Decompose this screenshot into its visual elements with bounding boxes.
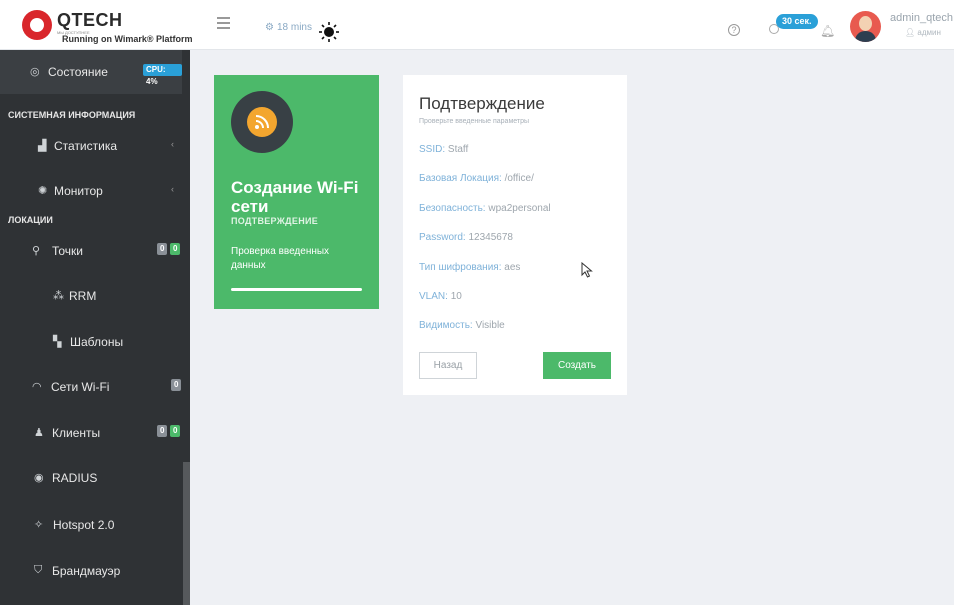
sidebar-item-rrm[interactable]: ⁂ RRM [0,274,182,318]
user-role-icon: 👤︎ [905,28,918,37]
chevron-left-icon: ‹ [171,184,174,194]
user-icon: ♟ [34,427,44,439]
user-name[interactable]: admin_qtech [890,12,953,24]
qtech-logo[interactable]: QTECH МЫ ДОСТУПНЕЕ Running on Wimark® Pl… [22,8,193,44]
wizard-progress-bar [231,288,362,291]
sidebar-item-label: Состояние [48,65,108,79]
radius-icon: ◉ [34,472,44,484]
sidebar-item-label: RADIUS [52,471,98,485]
sidebar-item-points[interactable]: ⚲ Точки 0 0 [0,229,182,273]
password-value: 12345678 [468,232,513,243]
section-system-info: СИСТЕМНАЯ ИНФОРМАЦИЯ [8,110,136,120]
section-locations: ЛОКАЦИИ [8,215,53,225]
logo-icon [22,10,52,40]
logo-text: QTECH [57,10,123,30]
back-button[interactable]: Назад [419,352,477,379]
ssid-label: SSID: [419,144,446,155]
shield-icon: ⛉ [34,564,43,576]
confirmation-card: Подтверждение Проверьте введенные параме… [403,75,627,395]
clients-online-badge: 0 [170,425,181,437]
sidebar-item-hotspot[interactable]: ✧ Hotspot 2.0 [0,503,182,547]
security-label: Безопасность: [419,203,486,214]
help-icon[interactable]: ? [728,24,740,36]
bell-icon[interactable]: 🔔︎ [820,24,835,38]
sidebar-item-label: Статистика [54,139,118,153]
ssid-value: Staff [447,144,469,155]
visibility-value: Visible [475,320,505,331]
wifi-step-icon [231,91,293,153]
monitor-icon: ✺ [38,185,48,197]
sidebar-item-label: Точки [52,244,84,258]
visibility-label: Видимость: [419,320,473,331]
ssid-row: SSID: Staff [419,144,468,155]
rss-wifi-icon [255,115,269,129]
wifi-count-badge: 0 [171,379,182,391]
points-online-badge: 0 [170,243,181,255]
sidebar-item-label: Клиенты [52,426,101,440]
sidebar-item-firewall[interactable]: ⛉ Брандмауэр [0,549,182,593]
clients-offline-badge: 0 [157,425,168,437]
refresh-interval-badge[interactable]: 30 сек. [776,14,818,29]
avatar[interactable] [850,11,881,42]
sidebar-scrollbar-thumb[interactable] [183,462,190,605]
uptime-indicator: ⚙ 18 mins [265,22,312,33]
visibility-row: Видимость: Visible [419,320,505,331]
wizard-step-card: Создание Wi-Fi сети ПОДТВЕРЖДЕНИЕ Провер… [214,75,379,309]
points-offline-badge: 0 [157,243,168,255]
rrm-icon: ⁂ [53,290,64,302]
sidebar-item-statistics[interactable]: ▟ Статистика ‹ [0,124,182,168]
mouse-cursor-icon [581,262,593,278]
gear-icon: ⚙ [265,22,274,33]
security-value: wpa2personal [488,203,551,214]
vlan-row: VLAN: 10 [419,291,462,302]
top-header: QTECH МЫ ДОСТУПНЕЕ Running on Wimark® Pl… [0,0,954,50]
wifi-icon: ◠ [32,381,42,393]
access-point-icon: ⚲ [32,245,41,257]
sidebar-item-templates[interactable]: ▚ Шаблоны [0,320,182,364]
sidebar-item-wifi[interactable]: ◠ Сети Wi-Fi 0 [0,365,182,409]
page-title: Подтверждение [419,94,545,113]
location-value: /office/ [504,173,534,184]
sidebar-item-label: Сети Wi-Fi [51,380,110,394]
sidebar-item-clients[interactable]: ♟ Клиенты 0 0 [0,411,182,455]
location-row: Базовая Локация: /office/ [419,173,534,184]
cipher-value: aes [504,262,521,273]
uptime-text: 18 mins [276,22,312,33]
sidebar-item-radius[interactable]: ◉ RADIUS [0,456,182,500]
theme-toggle-icon[interactable] [319,22,339,42]
bar-chart-icon: ▟ [38,140,47,152]
user-role-label: админ [917,28,941,37]
sidebar-item-label: RRM [69,289,97,303]
location-label: Базовая Локация: [419,173,502,184]
dashboard-icon: ◎ [30,66,40,78]
menu-toggle-icon[interactable] [217,17,230,29]
page-subtitle: Проверьте введенные параметры [419,118,530,125]
cipher-label: Тип шифрования: [419,262,502,273]
logo-tagline: Running on Wimark® Platform [62,34,193,44]
wifi-icon-badge [247,107,277,137]
sidebar-item-label: Монитор [54,184,103,198]
user-role: 👤︎ админ [905,28,941,37]
cipher-row: Тип шифрования: aes [419,262,520,273]
sidebar-item-status[interactable]: ◎ Состояние CPU: 4% [0,50,182,94]
sidebar-item-label: Шаблоны [70,335,124,349]
vlan-value: 10 [450,291,462,302]
password-label: Password: [419,232,466,243]
security-row: Безопасность: wpa2personal [419,203,551,214]
password-row: Password: 12345678 [419,232,513,243]
wizard-title: Создание Wi-Fi сети [231,178,359,216]
vlan-label: VLAN: [419,291,448,302]
wizard-step-description: Проверка введенных данных [231,246,330,271]
wizard-step-name: ПОДТВЕРЖДЕНИЕ [231,216,319,226]
create-button[interactable]: Создать [543,352,611,379]
sidebar-item-monitor[interactable]: ✺ Монитор ‹ [0,169,182,213]
cpu-badge: CPU: 4% [143,64,182,86]
hotspot-icon: ✧ [34,519,44,531]
sidebar-item-label: Брандмауэр [52,564,121,578]
template-icon: ▚ [53,336,62,348]
chevron-left-icon: ‹ [171,139,174,149]
sidebar-item-label: Hotspot 2.0 [53,518,115,532]
